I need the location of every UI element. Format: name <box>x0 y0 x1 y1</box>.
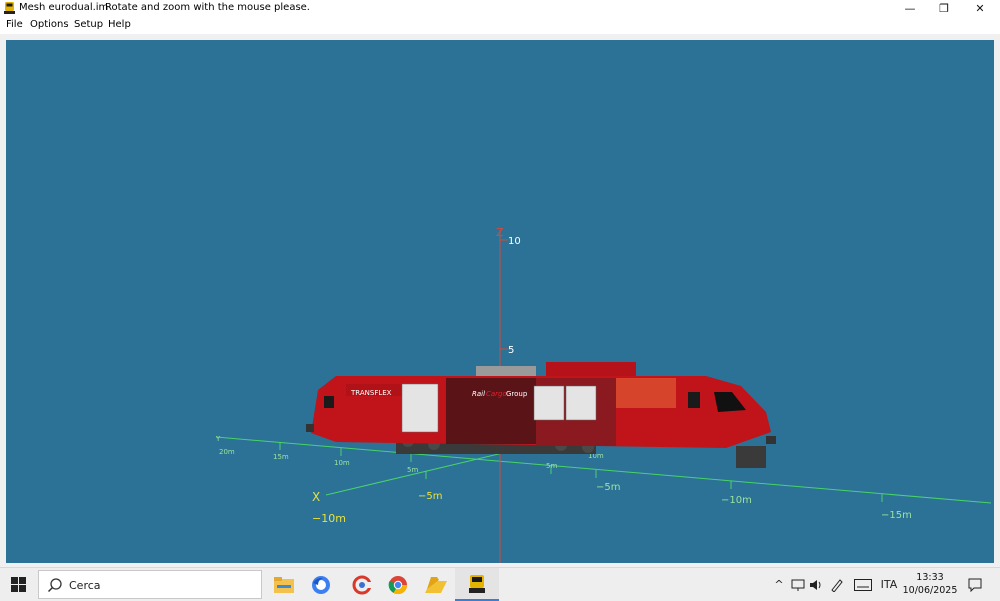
brand-text: TRANSFLEX <box>350 389 392 397</box>
y-tick-20m: 20m <box>219 448 235 456</box>
far-tick-minus5: −5m <box>596 482 620 493</box>
x-tick-minus5: −5m <box>418 491 442 502</box>
keyboard-tray[interactable] <box>852 568 874 601</box>
network-icon <box>791 579 805 591</box>
taskbar-firefox[interactable] <box>299 568 343 601</box>
locomotive-model[interactable]: TRANSFLEX Rail Cargo Group <box>306 362 776 468</box>
start-button[interactable] <box>0 568 36 601</box>
window-hint: Rotate and zoom with the mouse please. <box>105 2 310 13</box>
file-explorer-icon <box>274 576 294 593</box>
z-tick-5: 5 <box>508 345 514 356</box>
y-tick-10m: 10m <box>334 459 350 467</box>
notification-icon <box>968 578 982 592</box>
title-bar: Mesh eurodual.im Rotate and zoom with th… <box>0 0 1000 17</box>
y-tick-near-5m: 5m <box>546 462 557 470</box>
menu-setup[interactable]: Setup <box>74 19 103 30</box>
menu-bar: File Options Setup Help <box>0 17 1000 34</box>
y-tick-5m: 5m <box>407 466 418 474</box>
clock-date: 10/06/2025 <box>902 585 958 596</box>
clock-time: 13:33 <box>916 572 944 583</box>
far-tick-minus15: −15m <box>881 510 912 521</box>
menu-options[interactable]: Options <box>30 19 69 30</box>
volume-tray[interactable] <box>808 568 824 601</box>
x-axis-label: X <box>312 490 320 504</box>
restore-icon: ❐ <box>939 2 949 15</box>
search-placeholder: Cerca <box>69 579 101 592</box>
tray-overflow[interactable]: ^ <box>772 568 786 601</box>
louvre-left <box>401 383 439 433</box>
chrome-icon <box>388 575 407 594</box>
search-icon <box>47 578 62 593</box>
folder-icon <box>425 576 447 593</box>
language-indicator[interactable]: ITA <box>878 568 900 601</box>
firefox-icon <box>312 575 330 594</box>
minimize-icon: — <box>904 2 916 15</box>
dark-panel <box>446 378 536 444</box>
menu-file[interactable]: File <box>6 19 23 30</box>
close-icon: ✕ <box>975 2 985 15</box>
windows-icon <box>10 577 26 592</box>
y-axis-label: Y <box>215 435 221 443</box>
front-bogie <box>736 446 766 468</box>
restore-button[interactable]: ❐ <box>929 0 959 17</box>
pen-icon <box>831 578 843 592</box>
taskbar-folder[interactable] <box>414 568 458 601</box>
roof-hood <box>546 362 636 376</box>
clock[interactable]: 13:33 10/06/2025 <box>900 571 960 597</box>
y-tick-15m: 15m <box>273 453 289 461</box>
keyboard-icon <box>854 578 872 591</box>
train-icon <box>469 574 485 593</box>
taskbar-train-sim[interactable] <box>455 568 499 601</box>
z-axis-label: Z <box>496 226 504 239</box>
livery-text-1: Rail <box>472 390 485 398</box>
rear-window <box>324 396 334 408</box>
train-app-icon <box>4 2 15 14</box>
close-button[interactable]: ✕ <box>965 0 995 17</box>
search-box[interactable]: Cerca <box>38 570 262 599</box>
ccleaner-icon <box>352 575 372 594</box>
scene-canvas[interactable]: Z 10 5 X −5m −10m Y 20m 15m 10m 5m 5m 10… <box>6 40 994 563</box>
chevron-up-icon: ^ <box>774 578 784 591</box>
front-buffer <box>766 436 776 444</box>
notification-button[interactable] <box>962 568 988 601</box>
pen-tray[interactable] <box>828 568 846 601</box>
cab-side-window <box>688 392 700 408</box>
livery-text-2: Cargo <box>486 390 507 398</box>
livery-text-3: Group <box>506 390 528 398</box>
rear-buffer <box>306 424 314 432</box>
roof-equipment <box>476 366 536 376</box>
speaker-icon <box>810 579 821 590</box>
menu-help[interactable]: Help <box>108 19 131 30</box>
far-tick-minus10: −10m <box>721 495 752 506</box>
louvre-right <box>565 385 597 421</box>
taskbar: Cerca ^ ITA 13:33 10/06/2025 <box>0 567 1000 601</box>
language-label: ITA <box>880 578 898 591</box>
window-title: Mesh eurodual.im <box>19 2 109 13</box>
z-tick-10: 10 <box>508 236 521 247</box>
x-tick-minus10: −10m <box>312 512 346 525</box>
louvre-mid <box>533 385 565 421</box>
network-tray[interactable] <box>790 568 806 601</box>
minimize-button[interactable]: — <box>895 0 925 17</box>
3d-scene[interactable]: Z 10 5 X −5m −10m Y 20m 15m 10m 5m 5m 10… <box>6 40 994 563</box>
orange-panel <box>616 378 676 408</box>
